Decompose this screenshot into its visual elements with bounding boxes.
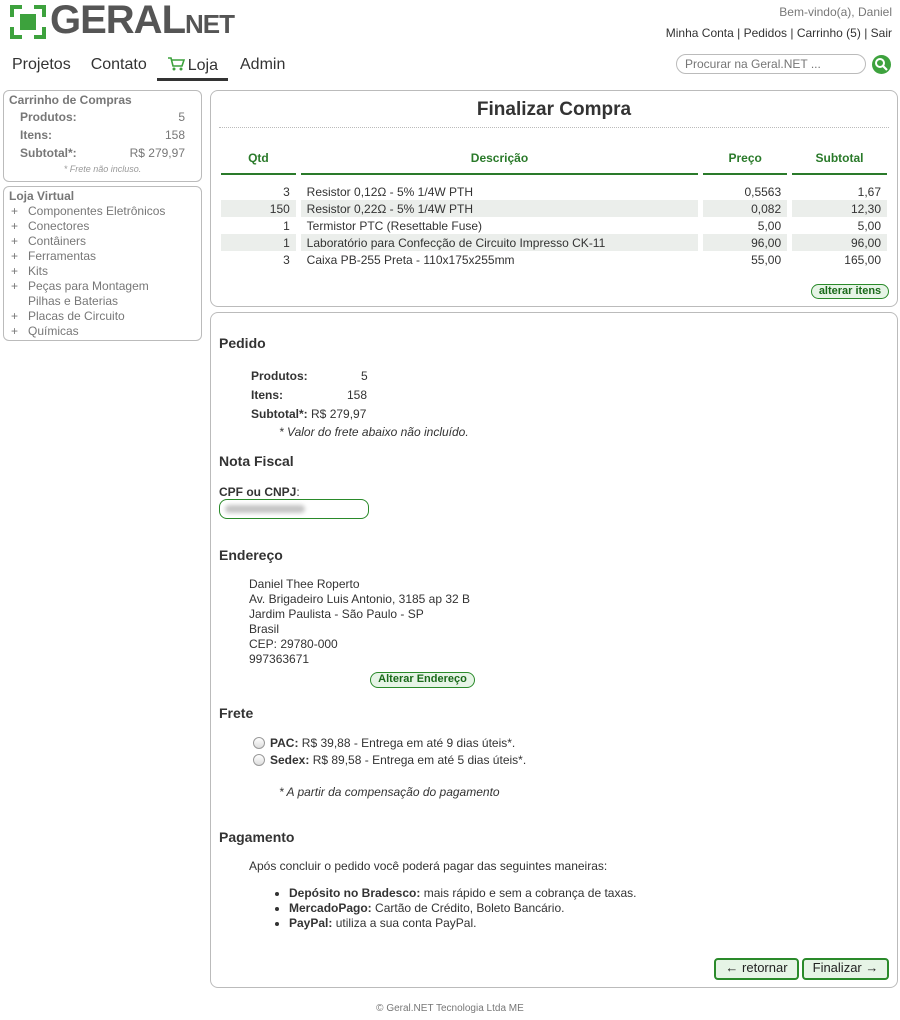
address-line: Av. Brigadeiro Luis Antonio, 3185 ap 32 … [249, 592, 471, 606]
logout-link[interactable]: Sair [871, 26, 892, 40]
order-subtotal: Subtotal*: R$ 279,97 [251, 407, 367, 421]
table-row: 3 Resistor 0,12Ω - 5% 1/4W PTH 0,5563 1,… [283, 183, 881, 200]
checkout-items-panel: Finalizar Compra Qtd Descrição Preço Sub… [210, 90, 898, 307]
shipping-heading: Frete [219, 705, 254, 721]
nav-shop-label: Loja [187, 57, 218, 74]
category-item[interactable]: + Peças para Montagem [9, 279, 196, 294]
cart-summary-row: Produtos: 5 [20, 110, 185, 124]
link-separator: | [790, 26, 794, 40]
address-line: Brasil [249, 622, 280, 636]
table-row: 1 Termistor PTC (Resettable Fuse) 5,00 5… [283, 217, 881, 234]
category-item[interactable]: + Contâiners [9, 234, 196, 249]
payment-heading: Pagamento [219, 829, 295, 845]
category-item[interactable]: + Conectores [9, 219, 196, 234]
shipping-note: * Frete não incluso. [63, 164, 142, 174]
category-item[interactable]: + Ferramentas [9, 249, 196, 264]
payment-methods-list: Depósito no Bradesco: mais rápido e sem … [273, 886, 636, 931]
list-item: Depósito no Bradesco: mais rápido e sem … [289, 886, 636, 901]
logo-text: GERALNET [50, 0, 235, 42]
order-shipping-note: * Valor do frete abaixo não incluído. [279, 425, 469, 439]
nav-admin[interactable]: Admin [240, 56, 285, 81]
shipping-option-pac[interactable]: PAC: R$ 39,88 - Entrega em até 9 dias út… [253, 736, 515, 750]
table-row: 3 Caixa PB-255 Preta - 110x175x255mm 55,… [283, 251, 881, 268]
order-products-value: 5 [361, 369, 368, 383]
link-separator: | [864, 26, 868, 40]
radio-button[interactable] [253, 754, 265, 766]
items-table: Qtd Descrição Preço Subtotal 3 Resistor … [221, 149, 887, 268]
cart-summary-row: Subtotal*: R$ 279,97 [20, 146, 185, 160]
category-item[interactable]: + Placas de Circuito [9, 309, 196, 324]
search-input[interactable] [676, 54, 866, 74]
footer-copyright: © Geral.NET Tecnologia Ltda ME [376, 1003, 524, 1014]
welcome-message: Bem-vindo(a), Daniel [779, 5, 892, 19]
table-header-row: Qtd Descrição Preço Subtotal [221, 149, 887, 175]
col-price: Preço [703, 149, 788, 175]
cart-summary-row: Itens: 158 [20, 128, 185, 142]
col-desc: Descrição [300, 149, 699, 175]
address-line: Jardim Paulista - São Paulo - SP [249, 607, 424, 621]
orders-link[interactable]: Pedidos [744, 26, 787, 40]
order-heading: Pedido [219, 335, 266, 351]
address-heading: Endereço [219, 547, 283, 563]
order-products-label: Produtos: [251, 369, 308, 383]
shop-title: Loja Virtual [9, 189, 75, 203]
category-item[interactable]: + Químicas [9, 324, 196, 339]
order-items-value: 158 [347, 388, 368, 402]
col-qty: Qtd [221, 149, 296, 175]
order-details-panel: Pedido Produtos: 5 Itens: 158 Subtotal*:… [210, 312, 898, 988]
cpf-redacted-value [225, 505, 305, 513]
alter-items-button[interactable]: alterar itens [811, 284, 889, 299]
invoice-heading: Nota Fiscal [219, 453, 294, 469]
nav-contact[interactable]: Contato [91, 56, 147, 81]
cart-summary-title: Carrinho de Compras [9, 93, 132, 107]
link-separator: | [737, 26, 741, 40]
title-divider [219, 127, 889, 128]
change-address-button[interactable]: Alterar Endereço [370, 672, 475, 688]
radio-button[interactable] [253, 737, 265, 749]
category-item[interactable]: + Componentes Eletrônicos [9, 204, 196, 219]
site-logo[interactable]: GERALNET [10, 0, 235, 41]
cart-summary-box: Carrinho de Compras Produtos: 5 Itens: 1… [3, 90, 202, 182]
user-links: Minha Conta | Pedidos | Carrinho (5) | S… [666, 26, 892, 40]
back-button[interactable]: ← retornar [714, 958, 799, 980]
main-nav: Projetos Contato Loja Admin [12, 56, 305, 81]
logo-icon [10, 5, 46, 39]
shipping-note: * A partir da compensação do pagamento [279, 785, 500, 799]
order-items-label: Itens: [251, 388, 284, 402]
address-line: Daniel Thee Roperto [249, 577, 360, 591]
address-line: 997363671 [249, 652, 310, 666]
payment-intro: Após concluir o pedido você poderá pagar… [249, 859, 608, 873]
nav-projects[interactable]: Projetos [12, 56, 71, 81]
list-item: MercadoPago: Cartão de Crédito, Boleto B… [289, 901, 636, 916]
table-row: 1 Laboratório para Confecção de Circuito… [221, 234, 887, 251]
category-item[interactable]: + Kits [9, 264, 196, 279]
search-icon [875, 58, 888, 71]
shop-categories-box: Loja Virtual + Componentes Eletrônicos + C… [3, 186, 202, 341]
address-line: CEP: 29780-000 [249, 637, 338, 651]
search-button[interactable] [872, 55, 891, 74]
my-account-link[interactable]: Minha Conta [666, 26, 734, 40]
cpf-label: CPF ou CNPJ: [219, 485, 300, 499]
list-item: PayPal: utiliza a sua conta PayPal. [289, 916, 636, 931]
col-subtotal: Subtotal [792, 149, 887, 175]
page-title: Finalizar Compra [476, 99, 632, 120]
table-row: 150 Resistor 0,22Ω - 5% 1/4W PTH 0,082 1… [221, 200, 887, 217]
finish-button[interactable]: Finalizar → [802, 958, 889, 980]
nav-shop[interactable]: Loja [156, 56, 228, 81]
category-item[interactable]: Pilhas e Baterias [9, 294, 196, 309]
cart-link[interactable]: Carrinho (5) [797, 26, 861, 40]
shipping-option-sedex[interactable]: Sedex: R$ 89,58 - Entrega em até 5 dias … [253, 753, 526, 767]
cart-icon [167, 56, 185, 76]
